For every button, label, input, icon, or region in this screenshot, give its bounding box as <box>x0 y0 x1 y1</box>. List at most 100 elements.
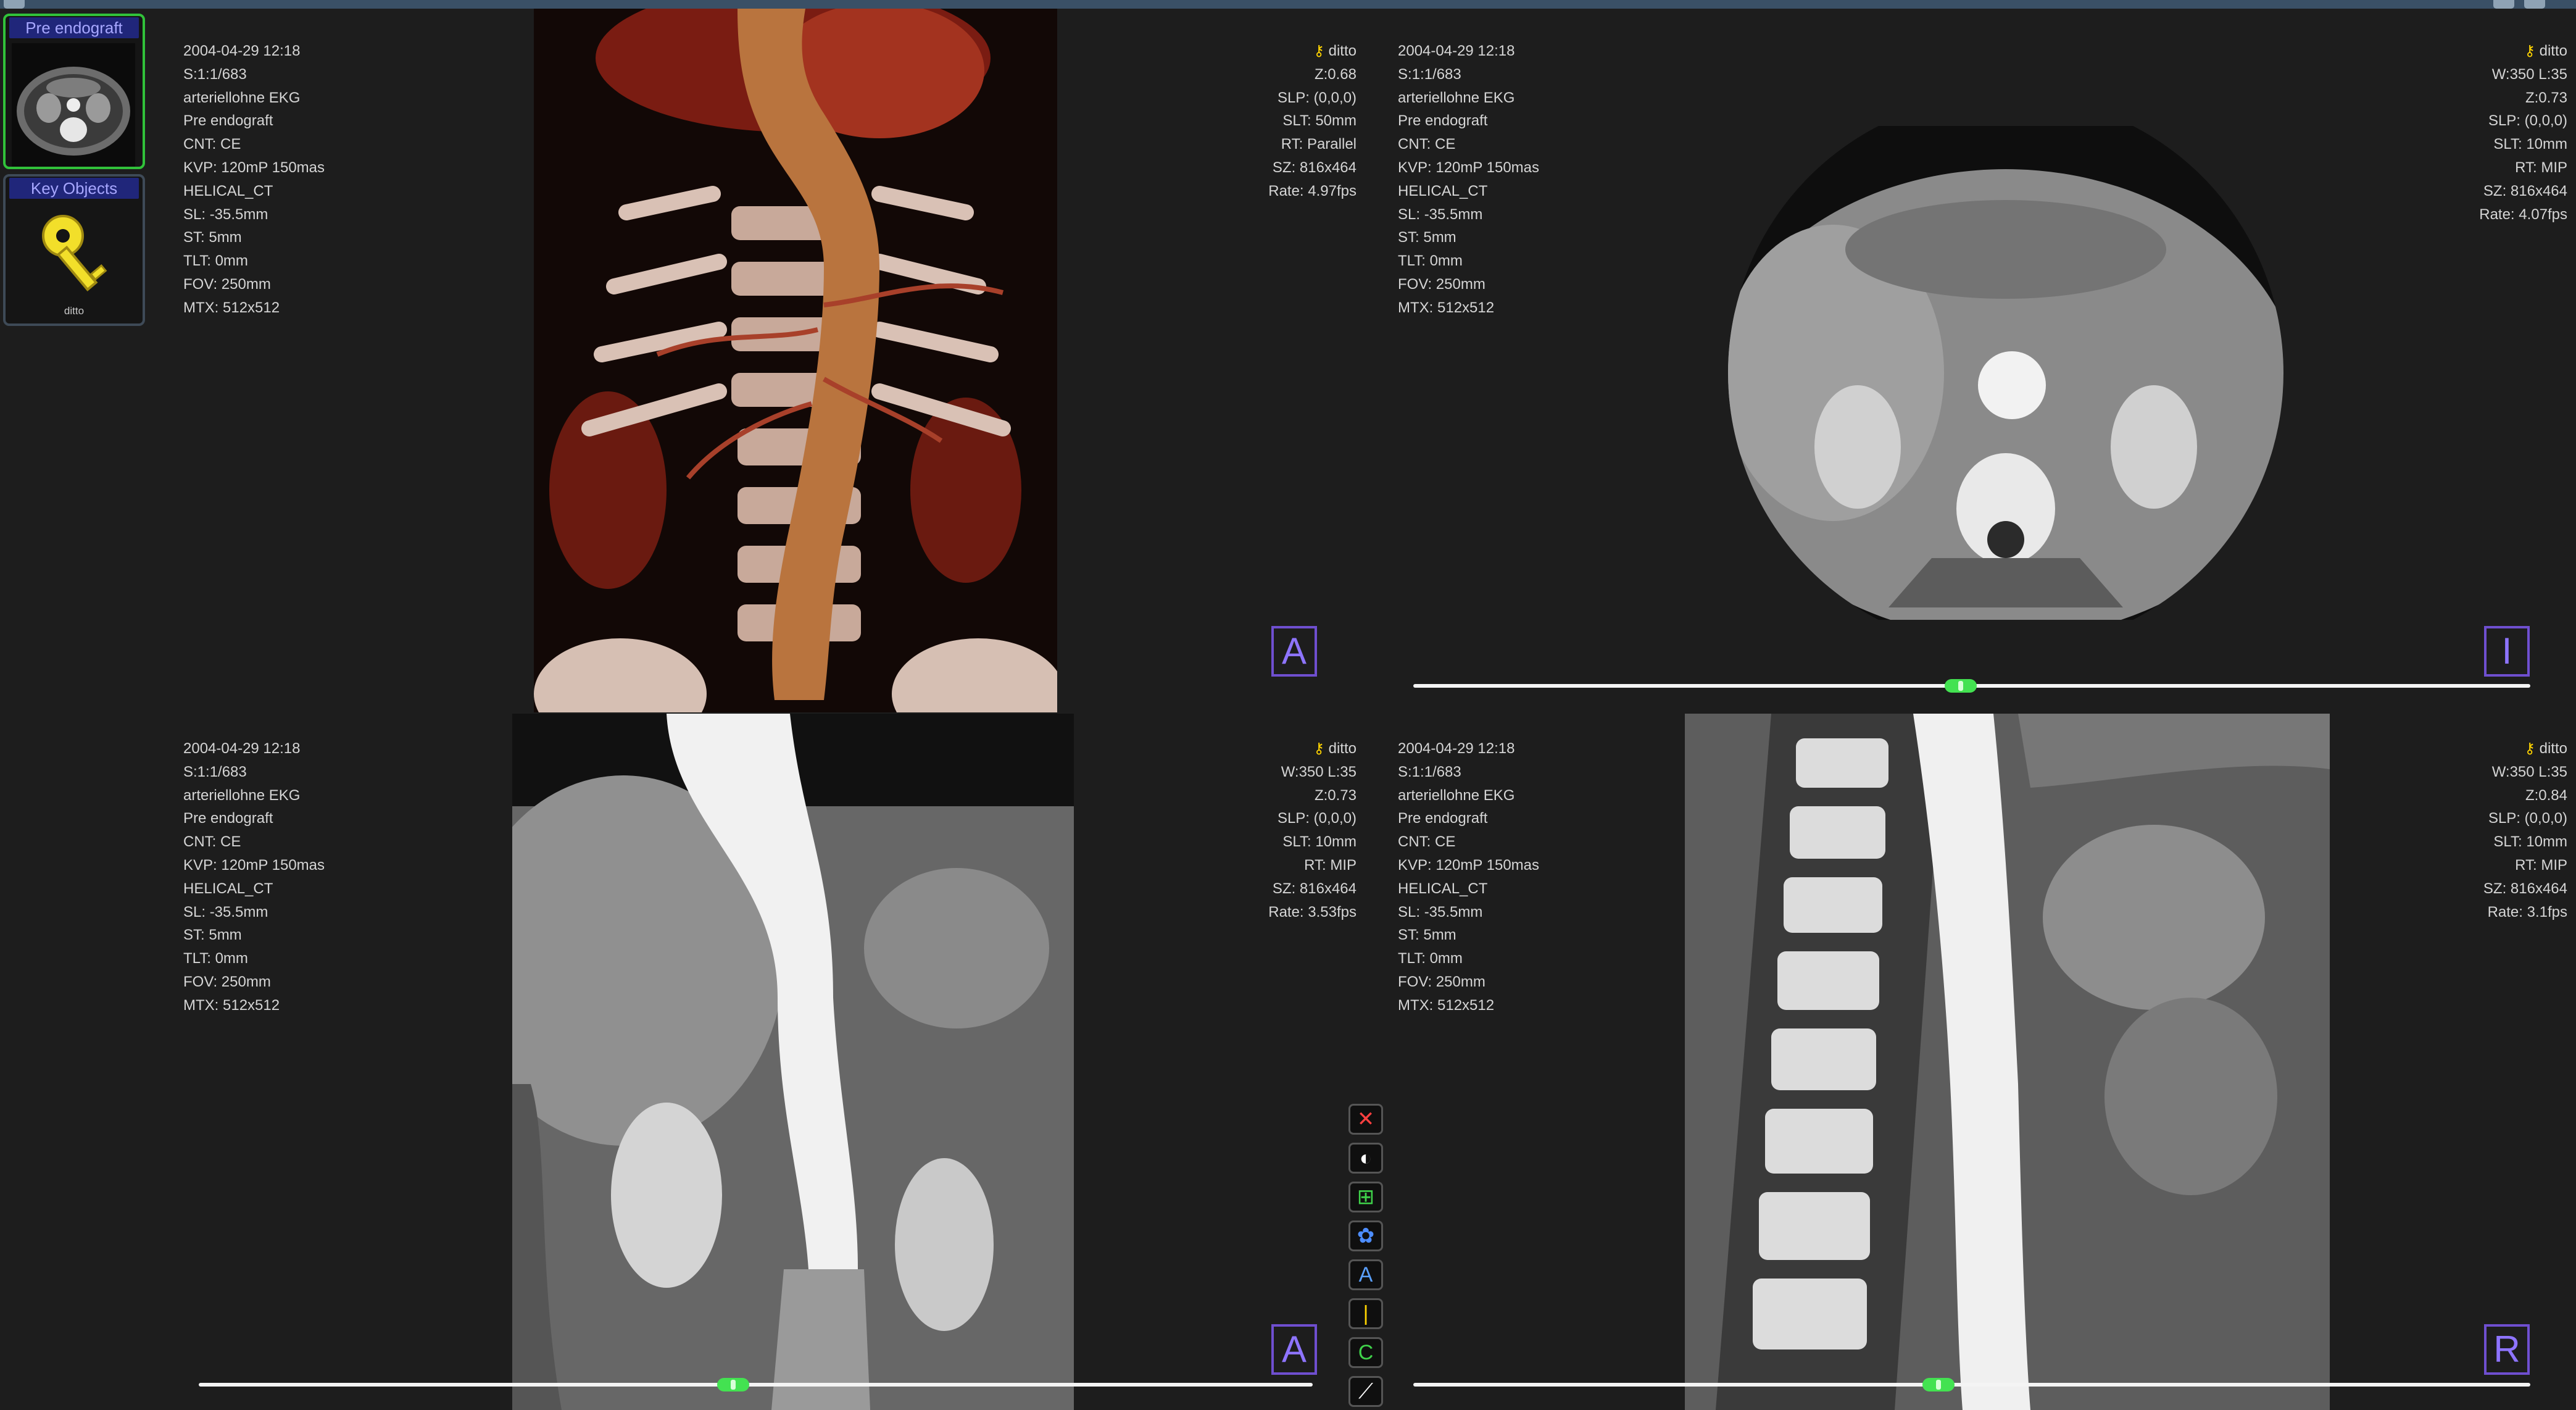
coronal-plane-tool[interactable]: C <box>1348 1337 1383 1368</box>
overlay-line: arteriellohne EKG <box>1398 786 1515 804</box>
overlay-line: Z:0.68 <box>1314 65 1357 83</box>
line-tool[interactable]: | <box>1348 1298 1383 1329</box>
overlay-line: SZ: 816x464 <box>2483 182 2567 199</box>
overlay-line: SL: -35.5mm <box>183 903 268 920</box>
key-object-indicator[interactable]: ⚷ ditto <box>2419 737 2567 761</box>
line-tool-icon: | <box>1363 1302 1369 1325</box>
overlay-line: Z:0.73 <box>1314 786 1357 804</box>
small-key-icon: ⚷ <box>1313 43 1324 59</box>
layout-tool[interactable]: ⊞ <box>1348 1182 1383 1212</box>
contrast-tool[interactable]: ◐ <box>1348 1143 1383 1174</box>
close-tool[interactable]: ✕ <box>1348 1104 1383 1135</box>
overlay-line: S:1:1/683 <box>183 763 247 780</box>
contrast-tool-icon: ◐ <box>1359 1146 1373 1170</box>
coronal-ct-image <box>512 714 1074 1410</box>
sagittal-patient-info: 2004-04-29 12:18 S:1:1/683 arteriellohne E… <box>1398 737 1539 1017</box>
overlay-line: Z:0.73 <box>2525 89 2567 106</box>
maximize-button[interactable] <box>2524 0 2545 9</box>
overlay-line: RT: Parallel <box>1281 136 1357 153</box>
coronal-orientation-marker: A <box>1271 1324 1317 1375</box>
overlay-line: SLT: 10mm <box>1282 833 1357 851</box>
overlay-line: Pre endograft <box>183 112 273 130</box>
overlay-line: CNT: CE <box>183 136 241 153</box>
overlay-line: TLT: 0mm <box>183 950 248 967</box>
menu-button[interactable] <box>4 0 25 9</box>
key-object-indicator-label: ditto <box>1328 43 1357 59</box>
overlay-line: ST: 5mm <box>183 927 242 944</box>
overlay-line: 2004-04-29 12:18 <box>1398 43 1515 59</box>
overlay-line: Z:0.84 <box>2525 786 2567 804</box>
overlay-line: SLT: 10mm <box>2493 833 2567 851</box>
overlay-line: SL: -35.5mm <box>1398 903 1483 920</box>
sagittal-acquisition-info: ⚷ ditto W:350 L:35 Z:0.84 SLP: (0,0,0) SLT: … <box>2419 737 2567 924</box>
key-objects-card[interactable]: Key Objects ditto <box>3 174 145 326</box>
key-object-indicator[interactable]: ⚷ ditto <box>2419 40 2567 63</box>
overlay-line: arteriellohne EKG <box>183 786 301 804</box>
coronal-slice-slider-thumb[interactable] <box>717 1378 750 1391</box>
overlay-line: MTX: 512x512 <box>183 299 280 316</box>
overlay-line: FOV: 250mm <box>1398 973 1485 990</box>
overlay-line: SLP: (0,0,0) <box>1277 810 1357 827</box>
overlay-line: ST: 5mm <box>183 229 242 246</box>
overlay-line: KVP: 120mP 150mas <box>183 159 325 176</box>
overlay-line: MTX: 512x512 <box>1398 299 1495 316</box>
coronal-acquisition-info: ⚷ ditto W:350 L:35 Z:0.73 SLP: (0,0,0) SLT: … <box>1222 737 1357 924</box>
axial-patient-info: 2004-04-29 12:18 S:1:1/683 arteriellohne E… <box>1398 40 1539 320</box>
vr-patient-info: 2004-04-29 12:18 S:1:1/683 arteriellohne E… <box>183 40 325 320</box>
sagittal-orientation-marker: R <box>2484 1324 2530 1375</box>
vr-acquisition-info: ⚷ ditto Z:0.68 SLP: (0,0,0) SLT: 50mm RT: Pa… <box>1222 40 1357 203</box>
overlay-line: S:1:1/683 <box>1398 763 1461 780</box>
axial-slice-slider-thumb[interactable] <box>1944 679 1977 693</box>
overlay-line: arteriellohne EKG <box>183 89 301 106</box>
axial-plane-tool-icon: A <box>1358 1263 1373 1287</box>
axial-plane-tool[interactable]: A <box>1348 1259 1383 1290</box>
overlay-line: MTX: 512x512 <box>1398 996 1495 1014</box>
overlay-line: SLP: (0,0,0) <box>1277 89 1357 106</box>
key-objects-label: Key Objects <box>9 178 139 199</box>
overlay-line: Rate: 4.97fps <box>1268 182 1357 199</box>
key-objects-sublabel: ditto <box>64 305 85 317</box>
axial-acquisition-info: ⚷ ditto W:350 L:35 Z:0.73 SLP: (0,0,0) SLT: … <box>2419 40 2567 226</box>
key-object-indicator-label: ditto <box>2539 740 2567 757</box>
overlay-line: HELICAL_CT <box>183 182 273 199</box>
coronal-slice-slider[interactable] <box>199 1378 1313 1391</box>
globe-tool[interactable]: ✿ <box>1348 1220 1383 1251</box>
overlay-line: Pre endograft <box>183 810 273 827</box>
probe-tool-icon: ⟋ <box>1358 1380 1373 1403</box>
overlay-line: CNT: CE <box>1398 136 1456 153</box>
key-icon <box>42 215 107 291</box>
coronal-plane-tool-icon: C <box>1358 1341 1374 1364</box>
small-key-icon: ⚷ <box>2524 43 2535 59</box>
overlay-line: W:350 L:35 <box>1281 763 1357 780</box>
key-object-indicator-label: ditto <box>2539 43 2567 59</box>
sagittal-slice-slider-thumb[interactable] <box>1922 1378 1955 1391</box>
coronal-patient-info: 2004-04-29 12:18 S:1:1/683 arteriellohne E… <box>183 737 325 1017</box>
overlay-line: CNT: CE <box>1398 833 1456 851</box>
overlay-line: FOV: 250mm <box>1398 275 1485 293</box>
probe-tool[interactable]: ⟋ <box>1348 1376 1383 1407</box>
minimize-button[interactable] <box>2493 0 2514 9</box>
overlay-line: HELICAL_CT <box>183 880 273 897</box>
vr-image <box>534 9 1057 712</box>
key-object-indicator[interactable]: ⚷ ditto <box>1222 737 1357 761</box>
key-object-indicator[interactable]: ⚷ ditto <box>1222 40 1357 63</box>
overlay-line: SZ: 816x464 <box>1272 880 1357 897</box>
overlay-line: SZ: 816x464 <box>2483 880 2567 897</box>
sagittal-slice-slider[interactable] <box>1413 1378 2530 1391</box>
overlay-line: Rate: 4.07fps <box>2479 206 2567 223</box>
overlay-line: KVP: 120mP 150mas <box>1398 159 1540 176</box>
overlay-line: Rate: 3.53fps <box>1268 903 1357 920</box>
overlay-line: SL: -35.5mm <box>1398 206 1483 223</box>
vr-orientation-marker: A <box>1271 626 1317 677</box>
overlay-line: HELICAL_CT <box>1398 880 1488 897</box>
overlay-line: TLT: 0mm <box>183 252 248 270</box>
overlay-line: SLP: (0,0,0) <box>2488 810 2567 827</box>
overlay-line: KVP: 120mP 150mas <box>183 856 325 874</box>
close-tool-icon: ✕ <box>1357 1108 1375 1131</box>
overlay-line: S:1:1/683 <box>1398 65 1461 83</box>
axial-slice-slider[interactable] <box>1413 679 2530 693</box>
overlay-line: KVP: 120mP 150mas <box>1398 856 1540 874</box>
sagittal-ct-image <box>1685 714 2330 1410</box>
series-thumbnail-pre-endograft[interactable]: Pre endograft <box>3 14 145 169</box>
overlay-line: RT: MIP <box>1304 856 1357 874</box>
